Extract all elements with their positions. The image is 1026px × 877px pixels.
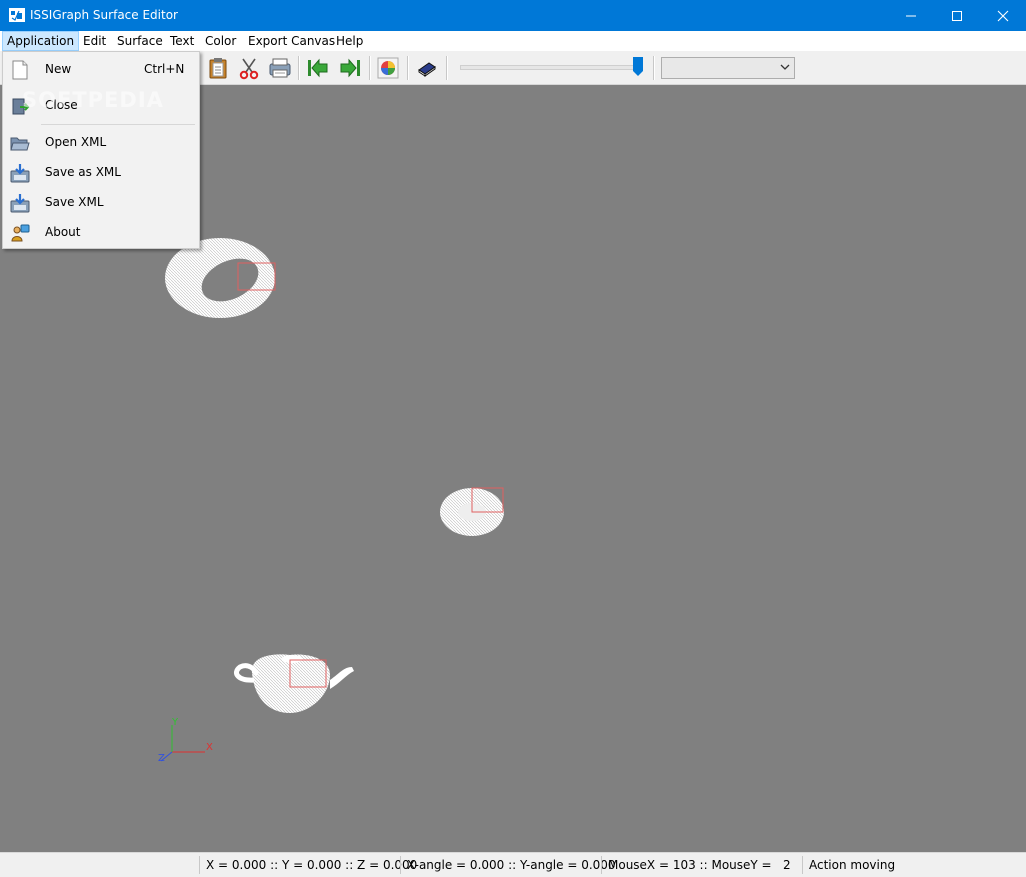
menu-item-open-xml[interactable]: Open XML bbox=[3, 129, 199, 155]
status-action: Action moving bbox=[809, 858, 896, 872]
chevron-down-icon bbox=[780, 64, 790, 70]
paste-button[interactable] bbox=[206, 56, 230, 80]
color-picker-button[interactable] bbox=[376, 56, 400, 80]
disc-mesh[interactable] bbox=[440, 487, 504, 536]
application-menu: New Ctrl+N Close Open XML Save as XML Sa… bbox=[2, 51, 200, 249]
zoom-slider-thumb[interactable] bbox=[633, 57, 643, 76]
axis-label-x: X bbox=[206, 742, 213, 753]
minimize-button[interactable] bbox=[888, 0, 934, 31]
app-icon bbox=[9, 8, 25, 22]
next-icon bbox=[340, 58, 360, 78]
about-icon bbox=[11, 224, 30, 242]
paste-icon bbox=[209, 58, 227, 79]
axis-label-y: Y bbox=[172, 717, 179, 728]
menu-separator bbox=[41, 124, 195, 125]
status-bar: X = 0.000 :: Y = 0.000 :: Z = 0.000 X-an… bbox=[0, 852, 1026, 877]
menu-item-new[interactable]: New Ctrl+N bbox=[3, 56, 199, 82]
previous-icon bbox=[308, 58, 328, 78]
new-document-icon bbox=[12, 60, 28, 80]
zoom-slider-track[interactable] bbox=[460, 65, 642, 70]
color-picker-icon bbox=[377, 57, 399, 79]
status-angles: X-angle = 0.000 :: Y-angle = 0.000 bbox=[407, 858, 616, 872]
previous-button[interactable] bbox=[306, 56, 330, 80]
menu-text[interactable]: Text bbox=[166, 31, 198, 51]
menu-application[interactable]: Application bbox=[2, 31, 80, 51]
save-icon bbox=[10, 194, 30, 213]
axis-gizmo bbox=[160, 725, 205, 762]
torus-mesh[interactable] bbox=[165, 238, 276, 318]
folder-open-icon bbox=[10, 137, 30, 151]
next-button[interactable] bbox=[338, 56, 362, 80]
window-title: ISSIGraph Surface Editor bbox=[30, 8, 178, 22]
status-coords: X = 0.000 :: Y = 0.000 :: Z = 0.000 bbox=[206, 858, 418, 872]
maximize-icon bbox=[952, 11, 962, 21]
menu-color[interactable]: Color bbox=[201, 31, 240, 51]
maximize-button[interactable] bbox=[934, 0, 980, 31]
status-mouse: MouseX = 103 :: MouseY = 2 bbox=[608, 858, 791, 872]
menu-export-canvas[interactable]: Export Canvas bbox=[244, 31, 339, 51]
help-book-button[interactable] bbox=[415, 56, 439, 80]
book-icon bbox=[418, 62, 436, 77]
view-combo-box[interactable] bbox=[661, 57, 795, 79]
menu-item-save-as-xml[interactable]: Save as XML bbox=[3, 159, 199, 185]
cut-icon bbox=[239, 58, 259, 80]
print-button[interactable] bbox=[268, 56, 292, 80]
softpedia-watermark: SOFTPEDIA bbox=[22, 88, 164, 112]
menu-item-save-xml[interactable]: Save XML bbox=[3, 189, 199, 215]
save-as-icon bbox=[10, 164, 30, 183]
close-icon bbox=[997, 10, 1009, 22]
menu-help[interactable]: Help bbox=[332, 31, 367, 51]
menu-bar: Application Edit Surface Text Color Expo… bbox=[0, 31, 1026, 51]
axis-label-z: Z bbox=[158, 753, 165, 764]
menu-surface[interactable]: Surface bbox=[113, 31, 167, 51]
minimize-icon bbox=[906, 15, 916, 17]
teapot-mesh[interactable] bbox=[234, 654, 354, 713]
printer-icon bbox=[269, 58, 291, 78]
title-bar: ISSIGraph Surface Editor bbox=[0, 0, 1026, 31]
menu-item-about[interactable]: About bbox=[3, 219, 199, 245]
menu-edit[interactable]: Edit bbox=[79, 31, 110, 51]
close-window-button[interactable] bbox=[980, 0, 1026, 31]
cut-button[interactable] bbox=[237, 56, 261, 80]
